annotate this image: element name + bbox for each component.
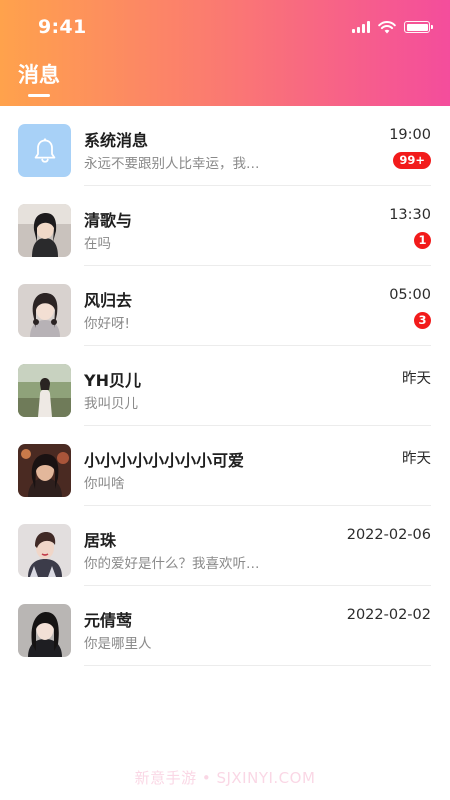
conversation-row[interactable]: 清歌与 在吗 13:30 1: [0, 186, 450, 266]
user-avatar: [18, 364, 71, 417]
conversation-row[interactable]: 居珠 你的爱好是什么？我喜欢听… 2022-02-06: [0, 506, 450, 586]
row-divider: [84, 665, 431, 666]
unread-badge: 99+: [393, 152, 431, 169]
conversation-preview: 你好呀!: [84, 316, 130, 332]
conversation-name: 系统消息: [84, 131, 149, 150]
conversation-name: 元倩莺: [84, 611, 133, 630]
unread-badge: 1: [414, 232, 431, 249]
wifi-icon: [378, 20, 396, 33]
conversation-row-system[interactable]: 系统消息 永远不要跟别人比幸运，我… 19:00 99+: [0, 106, 450, 186]
user-avatar: [18, 204, 71, 257]
conversation-preview: 永远不要跟别人比幸运，我…: [84, 156, 260, 172]
conversation-preview: 你的爱好是什么？我喜欢听…: [84, 556, 260, 572]
conversation-list: 系统消息 永远不要跟别人比幸运，我… 19:00 99+ 清歌与 在吗 13:3…: [0, 106, 450, 666]
conversation-preview: 你是哪里人: [84, 636, 152, 652]
conversation-name: 小小小小小小小小可爱: [84, 451, 245, 470]
conversation-time: 昨天: [402, 451, 431, 467]
status-icons: [352, 20, 433, 34]
conversation-row[interactable]: YH贝儿 我叫贝儿 昨天: [0, 346, 450, 426]
conversation-name: YH贝儿: [84, 371, 141, 390]
conversation-row[interactable]: 元倩莺 你是哪里人 2022-02-02: [0, 586, 450, 666]
unread-badge: 3: [414, 312, 431, 329]
conversation-name: 清歌与: [84, 211, 133, 230]
status-bar: 9:41: [0, 0, 450, 50]
conversation-preview: 在吗: [84, 236, 111, 252]
conversation-time: 05:00: [389, 287, 431, 303]
conversation-time: 昨天: [402, 371, 431, 387]
conversation-name: 居珠: [84, 531, 117, 550]
page-title: 消息: [18, 63, 60, 87]
page-title-tab[interactable]: 消息: [18, 59, 60, 97]
conversation-time: 19:00: [389, 127, 431, 143]
battery-icon: [404, 21, 433, 33]
user-avatar: [18, 444, 71, 497]
status-time: 9:41: [38, 16, 87, 38]
conversation-name: 风归去: [84, 291, 133, 310]
conversation-preview: 你叫啥: [84, 476, 125, 492]
user-avatar: [18, 524, 71, 577]
title-indicator: [28, 94, 50, 97]
bell-icon: [18, 124, 71, 177]
signal-icon: [352, 21, 370, 33]
conversation-time: 2022-02-06: [346, 527, 431, 543]
conversation-time: 13:30: [389, 207, 431, 223]
user-avatar: [18, 604, 71, 657]
conversation-row[interactable]: 小小小小小小小小可爱 你叫啥 昨天: [0, 426, 450, 506]
conversation-time: 2022-02-02: [346, 607, 431, 623]
header-bar: 9:41 消息: [0, 0, 450, 106]
user-avatar: [18, 284, 71, 337]
conversation-row[interactable]: 风归去 你好呀! 05:00 3: [0, 266, 450, 346]
conversation-preview: 我叫贝儿: [84, 396, 138, 412]
watermark: 新意手游 • SJXINYI.COM: [134, 769, 316, 787]
